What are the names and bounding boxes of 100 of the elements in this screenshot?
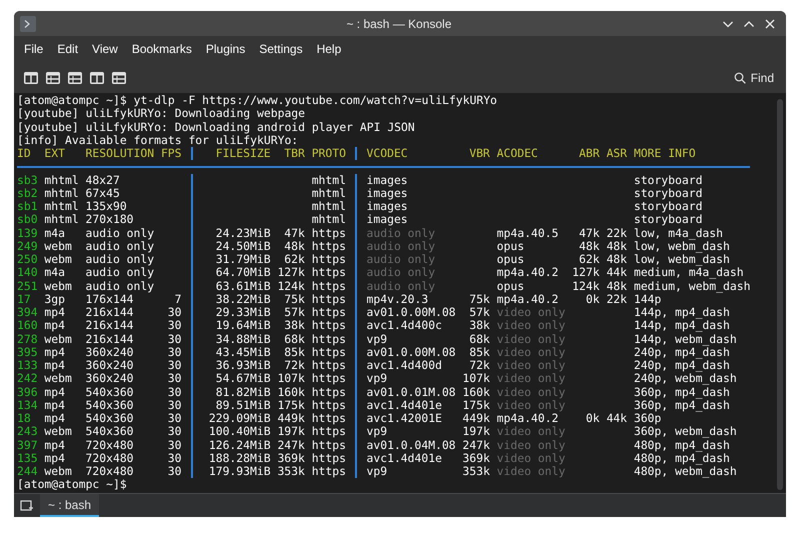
table-cell: storyboard: [634, 186, 702, 200]
table-cell: mp4a.40.5: [496, 226, 558, 240]
table-cell: https: [312, 305, 346, 319]
table-cell: mp4: [44, 438, 65, 452]
table-cell: 30: [168, 332, 182, 346]
table-cell: 24.50MiB: [216, 238, 271, 253]
table-cell: avc1.42001E: [366, 411, 442, 425]
menu-item[interactable]: Help: [310, 40, 348, 58]
split-columns-icon[interactable]: [90, 72, 104, 84]
table-cell: 135: [17, 450, 38, 465]
tab[interactable]: ~ : bash: [40, 494, 100, 517]
table-cell: 38k: [284, 318, 305, 332]
table-cell: 85k: [469, 344, 490, 359]
table-cell: 24.23MiB: [216, 226, 271, 240]
table-cell: https: [312, 278, 346, 292]
close-button[interactable]: [764, 18, 776, 30]
new-tab-icon[interactable]: [20, 498, 34, 512]
table-cell: 68k: [284, 332, 305, 346]
table-cell: 34.88MiB: [216, 332, 271, 346]
table-cell: 22k: [606, 226, 628, 240]
split-columns-icon[interactable]: [24, 72, 38, 84]
table-cell: 135x90: [86, 199, 127, 213]
menu-item[interactable]: Bookmarks: [124, 40, 199, 58]
table-cell: 188.28MiB: [208, 450, 271, 465]
table-cell: 480p, mp4_dash: [634, 450, 730, 465]
table-cell: mp4: [44, 450, 65, 465]
table-cell: webm: [44, 238, 72, 253]
table-cell: mhtml: [44, 172, 79, 186]
menu-item[interactable]: Plugins: [198, 40, 252, 58]
table-cell: avc1.4d401e: [366, 398, 442, 412]
table-cell: 127k: [277, 265, 305, 280]
table-cell: 144p, mp4_dash: [634, 305, 730, 319]
table-cell: vp9: [366, 332, 388, 346]
table-cell: low, m4a_dash: [634, 226, 723, 240]
table-cell: https: [312, 318, 346, 332]
table-cell: av01.0.01M.08: [366, 384, 456, 398]
column-header: ABR: [579, 146, 600, 160]
column-header: ACODEC: [496, 146, 538, 160]
table-cell: 480p, webm_dash: [634, 464, 737, 478]
menu-item[interactable]: File: [17, 40, 50, 58]
table-cell: 179.93MiB: [208, 464, 271, 478]
table-cell: 43.45MiB: [216, 344, 271, 359]
table-cell: video only: [496, 438, 566, 452]
table-cell: 57k: [284, 305, 305, 319]
table-cell: sb3: [17, 172, 38, 186]
table-cell: 62k: [579, 252, 600, 266]
menu-item[interactable]: Settings: [252, 40, 310, 58]
table-cell: https: [312, 292, 346, 306]
column-header: MORE INFO: [634, 146, 696, 160]
table-cell: 38k: [469, 318, 490, 332]
table-cell: 144p, mp4_dash: [634, 318, 730, 332]
table-cell: 216x144: [86, 305, 134, 319]
table-cell: m4a: [44, 265, 65, 280]
split-rows-icon[interactable]: [68, 72, 82, 84]
menu-item[interactable]: View: [85, 40, 125, 58]
table-cell: https: [312, 358, 346, 372]
scrollbar[interactable]: [777, 99, 783, 490]
table-cell: 100.40MiB: [208, 424, 271, 438]
table-cell: 175k: [462, 398, 490, 412]
table-cell: 68k: [469, 332, 490, 346]
table-cell: 44k: [606, 265, 628, 280]
table-cell: mhtml: [44, 199, 79, 213]
table-cell: https: [312, 371, 346, 386]
table-cell: mhtml: [312, 199, 346, 213]
table-cell: 244: [17, 464, 38, 478]
table-cell: 247k: [462, 438, 490, 452]
table-cell: https: [312, 332, 346, 346]
terminal-line: [info] Available formats for uliLfykURYo:: [17, 134, 300, 147]
table-cell: mhtml: [312, 172, 346, 186]
table-cell: video only: [496, 305, 566, 319]
table-cell: low, webm_dash: [634, 238, 730, 253]
table-cell: 540x360: [86, 398, 134, 412]
table-cell: 3gp: [44, 292, 65, 306]
table-cell: 48k: [606, 238, 628, 253]
table-cell: 369k: [277, 450, 305, 465]
table-cell: https: [312, 450, 346, 465]
table-cell: 360p, mp4_dash: [634, 398, 730, 412]
terminal-line: [atom@atompc ~]$ yt-dlp -F https://www.youtube.com/watch?v=uliLfykURYo: [17, 94, 498, 108]
table-cell: 62k: [284, 252, 305, 266]
table-cell: 7: [174, 292, 182, 306]
column-header: EXT: [44, 146, 65, 160]
split-rows-icon[interactable]: [112, 72, 126, 84]
table-cell: https: [312, 398, 346, 412]
find-button[interactable]: Find: [730, 68, 778, 86]
table-cell: images: [366, 199, 408, 213]
table-cell: 720x480: [86, 438, 134, 452]
table-cell: 48k: [284, 238, 305, 253]
table-cell: 176x144: [86, 292, 134, 306]
terminal-area[interactable]: [14, 93, 786, 493]
column-header: VBR: [469, 146, 490, 160]
table-cell: sb0: [17, 212, 38, 226]
table-cell: 229.09MiB: [208, 411, 271, 425]
split-rows-icon[interactable]: [46, 72, 60, 84]
table-cell: 216x144: [86, 332, 134, 346]
table-cell: audio only: [366, 226, 436, 240]
menu-item[interactable]: Edit: [50, 40, 86, 58]
table-cell: 197k: [462, 424, 490, 438]
table-cell: video only: [496, 398, 566, 412]
table-cell: 22k: [606, 292, 628, 306]
table-cell: 720x480: [86, 450, 134, 465]
